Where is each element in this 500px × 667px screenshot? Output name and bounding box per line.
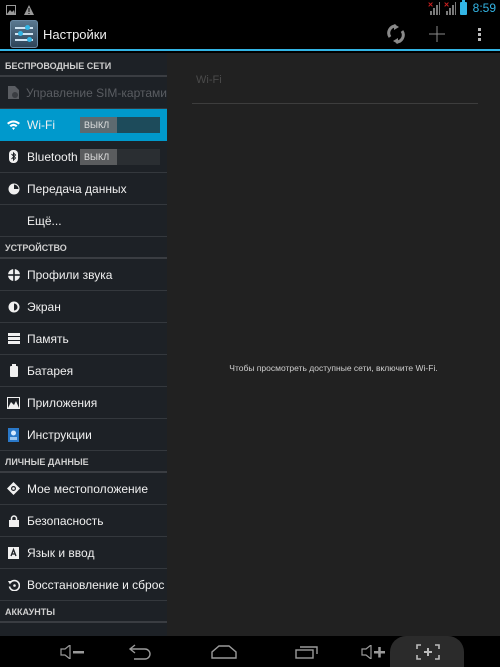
sidebar-item-backup-reset[interactable]: Восстановление и сброс xyxy=(0,569,167,601)
data-usage-icon xyxy=(0,183,27,195)
sidebar-item-security[interactable]: Безопасность xyxy=(0,505,167,537)
wifi-icon xyxy=(0,120,27,130)
sidebar-item-sim-management[interactable]: Управление SIM-картами xyxy=(0,77,167,109)
signal-no-sim-icon: ✕ xyxy=(444,1,456,15)
add-icon[interactable] xyxy=(424,21,450,47)
backup-restore-icon xyxy=(0,579,27,591)
sidebar-item-location[interactable]: Мое местоположение xyxy=(0,473,167,505)
section-header-device: УСТРОЙСТВО xyxy=(0,237,167,259)
sidebar-item-bluetooth[interactable]: Bluetooth ВЫКЛ xyxy=(0,141,167,173)
sidebar-item-label: Мое местоположение xyxy=(27,481,149,496)
display-icon xyxy=(0,301,27,313)
sidebar-item-storage[interactable]: Память xyxy=(0,323,167,355)
home-icon[interactable] xyxy=(204,640,244,664)
empty-state-message: Чтобы просмотреть доступные сети, включи… xyxy=(229,363,438,373)
recent-apps-icon[interactable] xyxy=(287,640,327,664)
sim-card-icon xyxy=(0,86,26,99)
storage-icon xyxy=(0,333,27,344)
sidebar-item-label: Профили звука xyxy=(27,267,113,282)
sidebar-item-label: Ещё... xyxy=(27,213,62,228)
sidebar-item-label: Восстановление и сброс xyxy=(27,577,165,592)
sidebar-item-label: Приложения xyxy=(27,395,98,410)
section-header-personal: ЛИЧНЫЕ ДАННЫЕ xyxy=(0,451,167,473)
pane-title: Wi-Fi xyxy=(196,74,222,86)
battery-icon xyxy=(0,364,27,377)
overflow-menu-icon[interactable] xyxy=(466,21,492,47)
settings-sidebar: БЕСПРОВОДНЫЕ СЕТИ Управление SIM-картами… xyxy=(0,53,167,636)
status-bar: ✕ ✕ 8:59 xyxy=(0,0,500,16)
sidebar-item-instructions[interactable]: Инструкции xyxy=(0,419,167,451)
sidebar-item-apps[interactable]: Приложения xyxy=(0,387,167,419)
wifi-toggle[interactable]: ВЫКЛ xyxy=(80,117,160,133)
apps-icon xyxy=(0,396,27,409)
sound-profile-icon xyxy=(0,268,27,281)
sidebar-item-label: Управление SIM-картами xyxy=(26,85,167,100)
sidebar-item-wifi[interactable]: Wi-Fi ВЫКЛ xyxy=(0,109,167,141)
sidebar-item-more[interactable]: Ещё... xyxy=(0,205,167,237)
location-icon xyxy=(0,482,27,495)
bluetooth-toggle[interactable]: ВЫКЛ xyxy=(80,149,160,165)
sidebar-item-label: Безопасность xyxy=(27,513,104,528)
back-icon[interactable] xyxy=(120,640,160,664)
sidebar-item-display[interactable]: Экран xyxy=(0,291,167,323)
sidebar-item-label: Передача данных xyxy=(27,181,127,196)
sidebar-item-label: Батарея xyxy=(27,363,74,378)
sidebar-item-sound-profiles[interactable]: Профили звука xyxy=(0,259,167,291)
toggle-state: ВЫКЛ xyxy=(80,117,117,133)
sidebar-item-battery[interactable]: Батарея xyxy=(0,355,167,387)
sidebar-item-language[interactable]: Язык и ввод xyxy=(0,537,167,569)
sidebar-item-label: Язык и ввод xyxy=(27,545,95,560)
sidebar-item-label: Wi-Fi xyxy=(27,117,55,132)
sidebar-item-label: Bluetooth xyxy=(27,149,78,164)
sidebar-item-label: Экран xyxy=(27,299,61,314)
sync-icon[interactable] xyxy=(383,21,409,47)
signal-no-sim-icon: ✕ xyxy=(428,1,440,15)
divider xyxy=(192,103,478,104)
navigation-bar xyxy=(0,636,500,667)
sidebar-item-label: Память xyxy=(27,331,69,346)
image-icon xyxy=(6,2,16,15)
lock-icon xyxy=(0,514,27,527)
volume-up-icon[interactable] xyxy=(354,640,394,664)
warning-icon xyxy=(24,2,34,15)
section-header-accounts: АККАУНТЫ xyxy=(0,601,167,623)
sidebar-item-label: Инструкции xyxy=(27,427,92,442)
bluetooth-icon xyxy=(0,150,27,163)
volume-down-icon[interactable] xyxy=(53,640,93,664)
toggle-state: ВЫКЛ xyxy=(80,149,117,165)
instructions-icon xyxy=(0,427,27,442)
screenshot-icon[interactable] xyxy=(408,640,448,664)
language-icon xyxy=(0,546,27,559)
clock: 8:59 xyxy=(472,1,496,15)
page-title: Настройки xyxy=(43,27,107,42)
action-bar: Настройки xyxy=(0,16,500,51)
settings-sliders-icon[interactable] xyxy=(10,20,38,48)
sidebar-item-data-usage[interactable]: Передача данных xyxy=(0,173,167,205)
section-header-wireless: БЕСПРОВОДНЫЕ СЕТИ xyxy=(0,53,167,77)
battery-icon xyxy=(459,0,467,15)
wifi-detail-pane: Wi-Fi Чтобы просмотреть доступные сети, … xyxy=(167,53,500,636)
